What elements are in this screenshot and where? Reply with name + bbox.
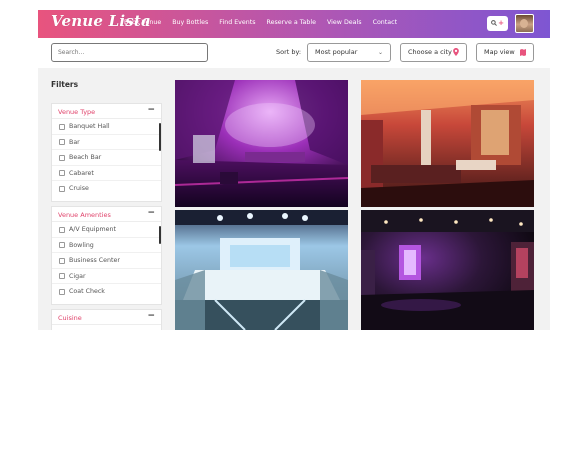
checkbox[interactable] [59,185,65,192]
scrollbar-thumb[interactable] [158,226,161,244]
filter-option[interactable]: Beach Bar [52,150,161,166]
search-input[interactable] [51,43,208,62]
chevron-down-icon: ⌄ [377,49,383,56]
dark-club-stage-image [361,210,534,330]
nav-book-venue[interactable]: Book Venue [124,19,161,26]
top-navbar: Venue Lista Book Venue Buy Bottles Find … [38,10,550,38]
filter-panel-venue-type: Venue Type − Banquet Hall Bar Beach Bar … [51,103,162,202]
checkbox[interactable] [59,257,65,264]
filters-title: Filters [51,80,79,89]
filter-panel-title: Venue Amenties [58,211,111,219]
filter-option[interactable]: Coat Check [52,284,161,300]
white-club-blue-lights-image [175,210,348,330]
checkbox[interactable] [59,288,65,295]
filter-option-label: Cigar [69,272,86,280]
checkbox[interactable] [59,139,65,146]
filter-panel-header[interactable]: Venue Amenties − [52,207,161,222]
filter-toolbar: Sort by: Most popular ⌄ Choose a city Ma… [38,38,550,68]
filter-option[interactable]: Bowling [52,238,161,254]
search-icon [491,19,497,28]
venue-photo-4[interactable] [361,210,534,330]
collapse-icon[interactable]: − [147,105,155,115]
filter-option-label: Cabaret [69,169,94,177]
location-pin-icon [453,44,459,63]
filter-option[interactable]: Cabaret [52,166,161,182]
filter-option[interactable]: Cruise [52,181,161,197]
venue-photo-2[interactable] [361,80,534,207]
main-nav: Book Venue Buy Bottles Find Events Reser… [124,19,408,26]
filter-panel-amenities: Venue Amenties − A/V Equipment Bowling B… [51,206,162,305]
filter-option-label: Cruise [69,185,89,193]
filter-option-label: Coat Check [69,288,105,296]
nav-find-events[interactable]: Find Events [219,19,255,26]
filter-panel-header[interactable]: Venue Type − [52,104,161,119]
filter-panel-title: Venue Type [58,108,96,116]
nav-view-deals[interactable]: View Deals [327,19,362,26]
choose-city-button[interactable]: Choose a city [400,43,467,62]
filter-option[interactable]: Business Center [52,253,161,269]
app-window: Venue Lista Book Venue Buy Bottles Find … [38,10,550,330]
checkbox[interactable] [59,123,65,130]
nightclub-purple-lounge-image [175,80,348,207]
user-avatar[interactable] [515,14,534,33]
checkbox[interactable] [59,242,65,249]
collapse-icon[interactable]: − [147,311,155,321]
filter-option[interactable]: Bar [52,135,161,151]
checkbox[interactable] [59,226,65,233]
filter-panel-cuisine: Cuisine − [51,309,162,330]
filter-panel-header[interactable]: Cuisine − [52,310,161,325]
filter-panel-title: Cuisine [58,314,82,322]
scrollbar-thumb[interactable] [158,123,161,151]
nav-reserve-table[interactable]: Reserve a Table [267,19,316,26]
filter-option[interactable]: A/V Equipment [52,222,161,238]
collapse-icon[interactable]: − [147,208,155,218]
map-icon [520,49,526,56]
sort-select[interactable]: Most popular ⌄ [307,43,391,62]
filter-option-label: A/V Equipment [69,226,116,233]
venue-photo-3[interactable] [175,210,348,330]
filter-option-label: Banquet Hall [69,123,110,130]
checkbox[interactable] [59,154,65,161]
sort-label: Sort by: [276,48,302,56]
choose-city-label: Choose a city [408,48,452,56]
sort-value: Most popular [315,48,358,56]
plus-icon: + [498,19,504,27]
checkbox[interactable] [59,273,65,280]
filter-option[interactable]: Banquet Hall [52,119,161,135]
nav-contact[interactable]: Contact [373,19,398,26]
filter-option-label: Business Center [69,257,120,265]
checkbox[interactable] [59,170,65,177]
map-view-button[interactable]: Map view [476,43,534,62]
map-view-label: Map view [484,48,515,56]
nav-buy-bottles[interactable]: Buy Bottles [172,19,208,26]
lounge-red-lighting-image [361,80,534,207]
filter-option-label: Bar [69,138,80,146]
search-add-button[interactable]: + [487,16,508,31]
filter-option-label: Beach Bar [69,154,102,162]
filter-option-label: Bowling [69,241,94,249]
filter-option[interactable]: Cigar [52,269,161,285]
venue-photo-1[interactable] [175,80,348,207]
